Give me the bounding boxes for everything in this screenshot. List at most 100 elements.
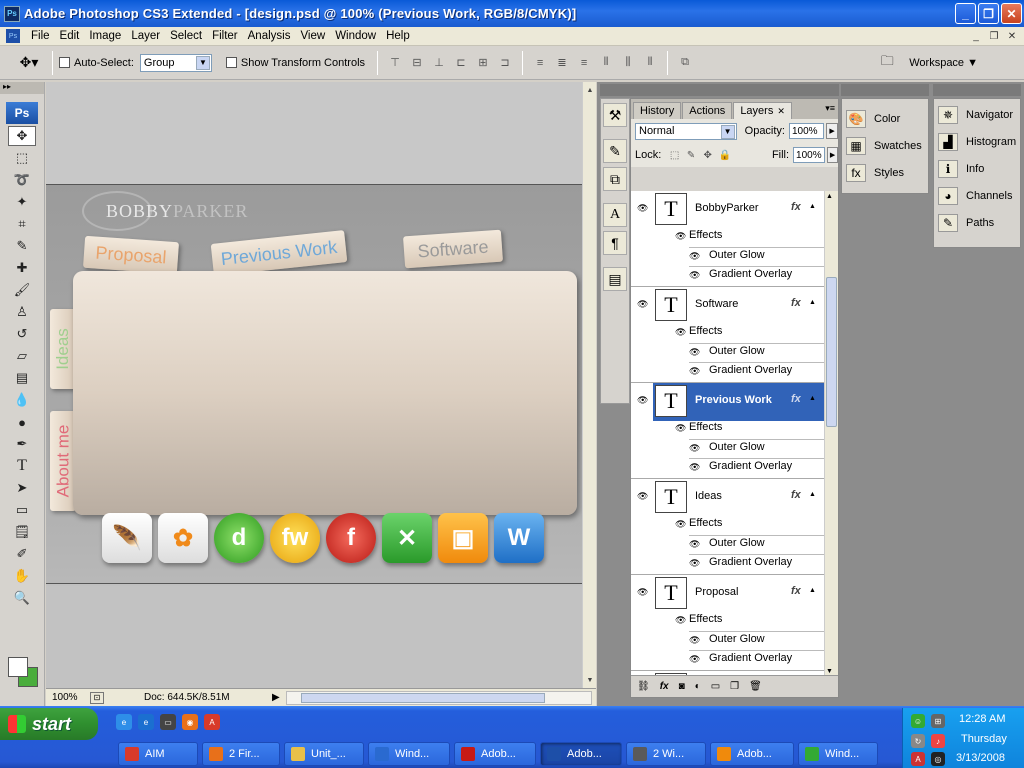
taskbar-button[interactable]: Adob... bbox=[710, 742, 794, 766]
distribute-hcenter-icon[interactable]: ⫼ bbox=[619, 55, 637, 71]
restore-button[interactable]: ❐ bbox=[978, 3, 999, 24]
layer-effects-icon[interactable]: fx bbox=[791, 585, 801, 597]
lock-all-icon[interactable]: 🔒 bbox=[719, 149, 731, 161]
path-selection-tool-icon[interactable]: ➤ bbox=[8, 478, 36, 498]
scroll-down-icon[interactable]: ▼ bbox=[584, 674, 596, 686]
brushes-icon[interactable]: ✎ bbox=[603, 139, 627, 163]
menu-layer[interactable]: Layer bbox=[126, 30, 165, 42]
panel-item-styles[interactable]: fx Styles bbox=[842, 159, 928, 186]
tools-panel-header[interactable]: ▸▸ bbox=[0, 82, 44, 94]
dock-header[interactable] bbox=[933, 84, 1021, 96]
menu-select[interactable]: Select bbox=[165, 30, 207, 42]
text-layer-thumbnail[interactable]: T bbox=[655, 577, 687, 609]
aim-tray-icon[interactable]: A bbox=[911, 752, 925, 766]
align-top-icon[interactable]: ⊤ bbox=[386, 55, 404, 71]
layer-comps-icon[interactable]: ▤ bbox=[603, 267, 627, 291]
clone-stamp-tool-icon[interactable]: ♙ bbox=[8, 302, 36, 322]
shape-tool-icon[interactable]: ▭ bbox=[8, 500, 36, 520]
minimize-button[interactable]: _ bbox=[955, 3, 976, 24]
start-button[interactable]: start bbox=[0, 708, 98, 740]
menu-window[interactable]: Window bbox=[330, 30, 381, 42]
layer-name[interactable]: BobbyParker bbox=[695, 202, 759, 214]
effect-outer-glow[interactable]: Outer Glow bbox=[709, 537, 765, 549]
pen-tool-icon[interactable]: ✒ bbox=[8, 434, 36, 454]
document-canvas[interactable]: BOBBYPARKER Proposal Previous Work Softw… bbox=[46, 184, 582, 584]
media-tray-icon[interactable]: ◎ bbox=[931, 752, 945, 766]
taskbar-button[interactable]: Wind... bbox=[368, 742, 450, 766]
layer-effects-icon[interactable]: fx bbox=[791, 393, 801, 405]
panel-item-navigator[interactable]: ✵ Navigator bbox=[934, 101, 1020, 128]
scroll-up-icon[interactable]: ▲ bbox=[584, 84, 596, 96]
marquee-tool-icon[interactable]: ⬚ bbox=[8, 148, 36, 168]
layer-name[interactable]: Proposal bbox=[695, 586, 738, 598]
doc-close-button[interactable]: ✕ bbox=[1004, 29, 1020, 43]
outer-glow-eye-icon[interactable]: 👁 bbox=[689, 635, 700, 646]
panel-item-channels[interactable]: ◕ Channels bbox=[934, 182, 1020, 209]
text-layer-thumbnail[interactable]: T bbox=[655, 193, 687, 225]
effect-outer-glow[interactable]: Outer Glow bbox=[709, 345, 765, 357]
scroll-down-icon[interactable]: ▼ bbox=[826, 668, 833, 675]
scroll-thumb[interactable] bbox=[826, 277, 837, 427]
document-icon[interactable]: Ps bbox=[6, 29, 20, 43]
menu-view[interactable]: View bbox=[295, 30, 330, 42]
distribute-bottom-icon[interactable]: ≡ bbox=[575, 55, 593, 71]
visibility-eye-icon[interactable]: 👁 bbox=[637, 203, 648, 214]
volume-tray-icon[interactable]: ♪ bbox=[931, 734, 945, 748]
status-info-icon[interactable]: ⊡ bbox=[90, 691, 104, 704]
visibility-eye-icon[interactable]: 👁 bbox=[637, 299, 648, 310]
doc-restore-button[interactable]: ❐ bbox=[986, 29, 1002, 43]
layer-name[interactable]: Ideas bbox=[695, 490, 722, 502]
distribute-vcenter-icon[interactable]: ≣ bbox=[553, 55, 571, 71]
history-brush-tool-icon[interactable]: ↺ bbox=[8, 324, 36, 344]
panel-item-info[interactable]: ℹ Info bbox=[934, 155, 1020, 182]
dock-header[interactable] bbox=[630, 84, 839, 96]
menu-edit[interactable]: Edit bbox=[55, 30, 85, 42]
collapse-effects-icon[interactable]: ▲ bbox=[809, 299, 816, 306]
collapse-effects-icon[interactable]: ▲ bbox=[809, 203, 816, 210]
effect-gradient-overlay[interactable]: Gradient Overlay bbox=[709, 364, 792, 376]
tab-layers[interactable]: Layers ✕ bbox=[733, 102, 792, 119]
show-desktop-icon[interactable]: ▭ bbox=[160, 714, 176, 730]
layer-style-icon[interactable]: fx bbox=[660, 681, 669, 692]
link-layers-icon[interactable]: ⛓ bbox=[637, 681, 650, 692]
delete-layer-icon[interactable]: 🗑 bbox=[749, 681, 762, 692]
firefox-icon[interactable]: ◉ bbox=[182, 714, 198, 730]
menu-filter[interactable]: Filter bbox=[207, 30, 243, 42]
move-tool-icon[interactable]: ✥ bbox=[8, 126, 36, 146]
layer-row[interactable]: 👁 T Ideas fx ▲ 👁 Effects 👁 Outer Glow 👁 Gradient O… bbox=[631, 479, 824, 575]
layer-mask-icon[interactable]: ◙ bbox=[679, 681, 685, 692]
align-bottom-icon[interactable]: ⊥ bbox=[430, 55, 448, 71]
effect-gradient-overlay[interactable]: Gradient Overlay bbox=[709, 652, 792, 664]
foreground-color-swatch[interactable] bbox=[8, 657, 28, 677]
tab-actions[interactable]: Actions bbox=[682, 102, 733, 119]
layer-effects-icon[interactable]: fx bbox=[791, 297, 801, 309]
fill-input[interactable]: 100% bbox=[793, 147, 826, 163]
effects-eye-icon[interactable]: 👁 bbox=[675, 423, 686, 434]
menu-file[interactable]: File bbox=[26, 30, 55, 42]
effect-gradient-overlay[interactable]: Gradient Overlay bbox=[709, 556, 792, 568]
effect-gradient-overlay[interactable]: Gradient Overlay bbox=[709, 268, 792, 280]
panel-item-swatches[interactable]: ▦ Swatches bbox=[842, 132, 928, 159]
effects-eye-icon[interactable]: 👁 bbox=[675, 231, 686, 242]
fill-slider-button[interactable]: ▶ bbox=[827, 147, 838, 163]
new-group-icon[interactable]: ▭ bbox=[711, 681, 720, 692]
sync-tray-icon[interactable]: ↻ bbox=[911, 734, 925, 748]
layer-list[interactable]: 👁 T BobbyParker fx ▲ 👁 Effects 👁 Outer Glow 👁 Grad… bbox=[631, 191, 824, 677]
eraser-tool-icon[interactable]: ▱ bbox=[8, 346, 36, 366]
layer-name[interactable]: Previous Work bbox=[695, 394, 772, 406]
healing-brush-tool-icon[interactable]: ✚ bbox=[8, 258, 36, 278]
menu-help[interactable]: Help bbox=[381, 30, 415, 42]
canvas-horizontal-scrollbar[interactable] bbox=[285, 690, 592, 705]
photoshop-logo[interactable]: Ps bbox=[6, 102, 38, 124]
messenger-tray-icon[interactable]: ☺ bbox=[911, 714, 925, 728]
status-menu-arrow-icon[interactable]: ▶ bbox=[272, 692, 280, 703]
crop-tool-icon[interactable]: ⌗ bbox=[8, 214, 36, 234]
move-tool-preset-icon[interactable]: ✥▾ bbox=[12, 51, 46, 75]
gradient-tool-icon[interactable]: ▤ bbox=[8, 368, 36, 388]
canvas-vertical-scrollbar[interactable]: ▲ ▼ bbox=[582, 82, 596, 688]
paragraph-icon[interactable]: ¶ bbox=[603, 231, 627, 255]
taskbar-button[interactable]: 2 Wi... bbox=[626, 742, 706, 766]
taskbar-button[interactable]: Unit_... bbox=[284, 742, 364, 766]
effect-outer-glow[interactable]: Outer Glow bbox=[709, 633, 765, 645]
scroll-thumb[interactable] bbox=[300, 692, 545, 703]
